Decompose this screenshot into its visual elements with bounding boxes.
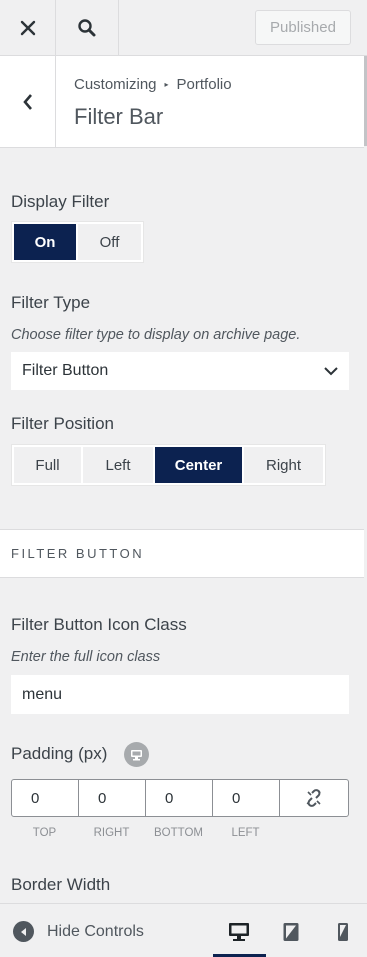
desktop-icon <box>229 923 249 941</box>
customizer-footer: Hide Controls <box>0 903 367 957</box>
display-filter-toggle: On Off <box>11 221 144 263</box>
collapse-icon <box>13 921 34 942</box>
desktop-icon <box>131 749 142 760</box>
breadcrumb: Customizing ▸ Portfolio <box>74 76 232 93</box>
padding-inputs: 0 0 0 0 <box>11 779 349 817</box>
breadcrumb-root: Customizing <box>74 76 157 93</box>
filter-position-label: Filter Position <box>11 414 114 433</box>
unlink-values-button[interactable] <box>280 780 348 816</box>
close-button[interactable] <box>0 0 56 55</box>
display-filter-on-button[interactable]: On <box>14 224 76 260</box>
mobile-icon <box>338 923 348 941</box>
hide-controls-button[interactable]: Hide Controls <box>13 921 144 942</box>
filter-position-toggle: Full Left Center Right <box>11 444 326 486</box>
display-filter-label: Display Filter <box>11 192 110 211</box>
padding-bottom-input[interactable]: 0 <box>146 780 213 816</box>
publish-button[interactable]: Published <box>255 10 351 45</box>
icon-class-label: Filter Button Icon Class <box>11 615 187 634</box>
section-header: Customizing ▸ Portfolio Filter Bar <box>0 56 364 148</box>
close-icon <box>20 20 35 35</box>
page-title: Filter Bar <box>74 104 164 129</box>
unlink-icon <box>306 789 321 807</box>
padding-right-input[interactable]: 0 <box>79 780 146 816</box>
filter-type-description: Choose filter type to display on archive… <box>11 327 301 343</box>
padding-left-input[interactable]: 0 <box>213 780 280 816</box>
display-filter-off-button[interactable]: Off <box>78 224 141 260</box>
search-icon <box>78 18 96 36</box>
preview-mobile-button[interactable] <box>330 920 356 944</box>
preview-tablet-button[interactable] <box>278 920 304 944</box>
padding-top-input[interactable]: 0 <box>12 780 79 816</box>
chevron-left-icon <box>22 93 32 110</box>
padding-left-label: LEFT <box>231 827 260 839</box>
padding-top-label: TOP <box>32 827 57 839</box>
filter-type-select[interactable]: Filter Button <box>11 352 349 390</box>
back-button[interactable] <box>0 56 56 147</box>
responsive-device-button[interactable] <box>124 742 149 767</box>
icon-class-description: Enter the full icon class <box>11 649 161 665</box>
position-center-button[interactable]: Center <box>155 447 242 483</box>
breadcrumb-parent: Portfolio <box>176 76 232 93</box>
chevron-down-icon <box>324 367 338 376</box>
position-left-button[interactable]: Left <box>83 447 153 483</box>
position-right-button[interactable]: Right <box>244 447 323 483</box>
padding-label: Padding (px) <box>11 744 108 763</box>
icon-class-input[interactable]: menu <box>11 675 349 714</box>
filter-type-value: Filter Button <box>22 362 109 379</box>
position-full-button[interactable]: Full <box>14 447 81 483</box>
padding-bottom-label: BOTTOM <box>154 827 203 839</box>
tablet-icon <box>283 923 299 941</box>
hide-controls-label: Hide Controls <box>47 922 144 940</box>
breadcrumb-separator-icon: ▸ <box>164 80 169 89</box>
search-button[interactable] <box>56 0 119 55</box>
padding-right-label: RIGHT <box>93 827 130 839</box>
customizer-header: Published <box>0 0 367 56</box>
border-width-label: Border Width <box>11 875 111 894</box>
filter-button-group-title: FILTER BUTTON <box>0 529 364 578</box>
filter-type-label: Filter Type <box>11 293 91 312</box>
padding-side-labels: TOP RIGHT BOTTOM LEFT <box>11 827 279 839</box>
icon-class-value: menu <box>22 685 63 703</box>
preview-desktop-button[interactable] <box>226 920 252 944</box>
